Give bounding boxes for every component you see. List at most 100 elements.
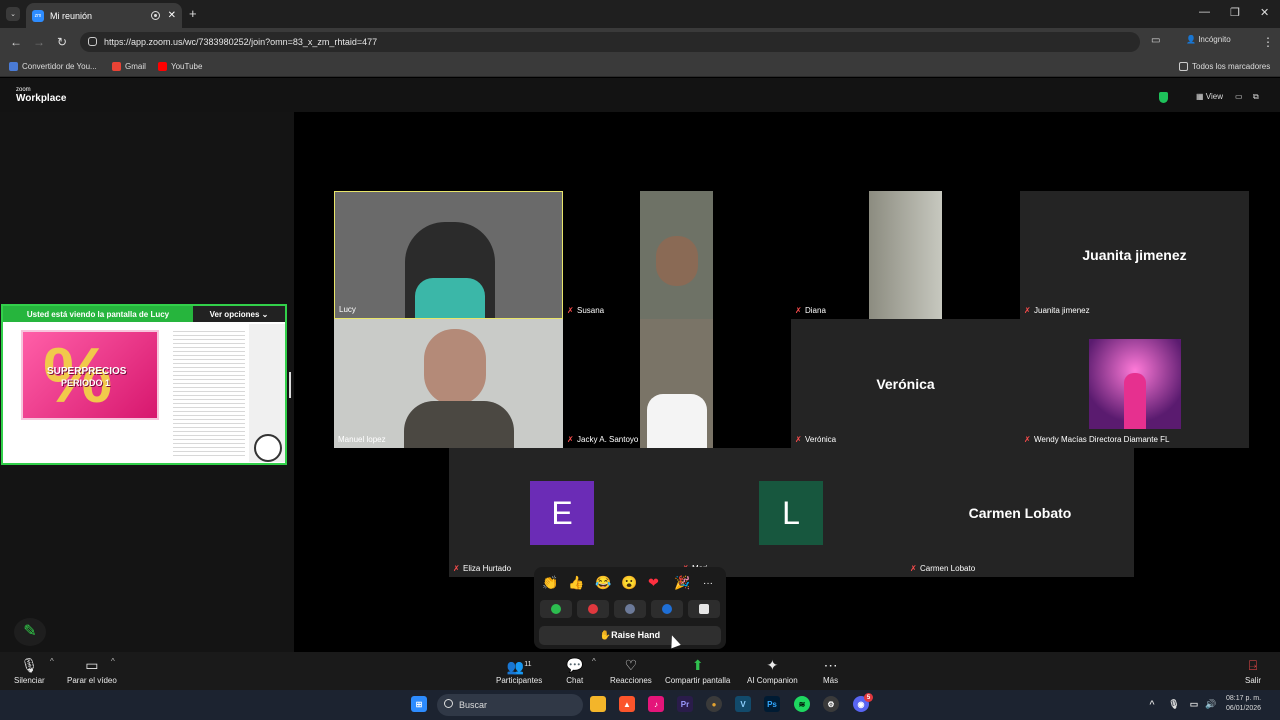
participant-name: Lucy xyxy=(339,305,356,314)
share-screen-button[interactable]: ⬆ Compartir pantalla xyxy=(665,656,730,685)
chat-options-caret-icon[interactable]: ^ xyxy=(592,657,596,666)
stop-video-button[interactable]: ▭ Parar el vídeo xyxy=(67,656,117,685)
video-tile-lucy[interactable]: Lucy xyxy=(334,191,563,319)
video-options-caret-icon[interactable]: ^ xyxy=(111,657,115,666)
share-screen-icon: ⬆ xyxy=(691,657,704,673)
steam-icon[interactable]: ⚙ xyxy=(823,696,839,712)
annotate-pencil-icon[interactable]: ✎ xyxy=(14,618,46,646)
gallery-icon[interactable]: ▭ xyxy=(1235,92,1243,101)
view-options-button[interactable]: Ver opciones ⌄ xyxy=(193,306,285,322)
search-icon xyxy=(444,699,453,708)
bookmark-label: Gmail xyxy=(125,62,146,71)
new-tab-button[interactable]: + xyxy=(189,6,197,21)
url-bar[interactable]: https://app.zoom.us/wc/7383980252/join?o… xyxy=(80,32,1140,52)
video-tile-manuel[interactable]: Manuel lopez xyxy=(334,319,563,448)
video-tile-wendy[interactable]: ✗ Wendy Macías Directora Diamante FL xyxy=(1020,319,1249,448)
muted-mic-icon: ✗ xyxy=(1024,435,1031,444)
yes-button[interactable] xyxy=(540,600,572,618)
bookmark-gmail[interactable]: Gmail xyxy=(112,62,146,71)
reload-icon[interactable]: ↻ xyxy=(57,35,67,49)
video-tile-mari[interactable]: L ✗Mari xyxy=(678,448,906,577)
participants-button[interactable]: 👥11 Participantes xyxy=(496,656,542,685)
muted-mic-icon: ✗ xyxy=(795,435,802,444)
bookmark-youtube[interactable]: YouTube xyxy=(158,62,202,71)
shared-screen-view[interactable]: Usted está viendo la pantalla de Lucy Ve… xyxy=(1,304,287,465)
menu-icon[interactable]: ⋮ xyxy=(1262,35,1274,49)
incognito-label: Incógnito xyxy=(1198,35,1231,44)
resize-handle[interactable] xyxy=(289,372,291,398)
start-icon[interactable]: ⊞ xyxy=(411,696,427,712)
share-banner-text: Usted está viendo la pantalla de Lucy xyxy=(26,309,170,319)
tab-search-icon[interactable]: ⌄ xyxy=(6,7,20,21)
photoshop-icon[interactable]: Ps xyxy=(764,696,780,712)
participant-name: Diana xyxy=(805,306,826,315)
video-tile-susana[interactable]: ✗ Susana xyxy=(563,191,791,319)
surprised-reaction[interactable]: 😮 xyxy=(621,575,637,591)
close-window-icon[interactable]: ✕ xyxy=(1260,6,1269,19)
reading-mode-icon[interactable]: ▭ xyxy=(1151,35,1160,46)
ai-companion-button[interactable]: ✦ AI Companion xyxy=(747,656,798,685)
leave-button[interactable]: ⍈ Salir xyxy=(1245,656,1261,685)
capcut-icon[interactable]: ♪ xyxy=(648,696,664,712)
tray-expand-icon[interactable]: ^ xyxy=(1144,696,1160,712)
mute-button[interactable]: 🎙 Silenciar xyxy=(14,656,45,685)
taskbar-clock[interactable]: 08:17 p. m. 06/01/2026 xyxy=(1226,694,1261,714)
speed-up-button[interactable] xyxy=(651,600,683,618)
promo-subtitle: PERIODO 1 xyxy=(61,378,111,388)
vegas-icon[interactable]: V xyxy=(735,696,751,712)
all-bookmarks[interactable]: Todos los marcadores xyxy=(1179,62,1270,71)
tray-mic-icon[interactable]: 🎙 xyxy=(1166,696,1182,712)
audio-options-caret-icon[interactable]: ^ xyxy=(50,657,54,666)
no-button[interactable] xyxy=(577,600,609,618)
video-tile-eliza[interactable]: E ✗ Eliza Hurtado xyxy=(449,448,678,577)
back-icon[interactable]: ← xyxy=(10,35,22,49)
participant-display-name: Juanita jimenez xyxy=(1082,247,1187,263)
thumbs-up-reaction[interactable]: 👍 xyxy=(568,575,584,591)
laugh-reaction[interactable]: 😂 xyxy=(595,575,611,591)
premiere-icon[interactable]: Pr xyxy=(677,696,693,712)
video-tile-carmen[interactable]: Carmen Lobato ✗ Carmen Lobato xyxy=(906,448,1134,577)
recording-icon xyxy=(150,11,160,20)
promo-title: SUPERPRECIOS xyxy=(47,366,127,377)
participant-name: Susana xyxy=(577,306,605,315)
security-shield-icon[interactable] xyxy=(1159,92,1168,103)
chrome-icon[interactable]: ● xyxy=(706,696,722,712)
site-info-icon[interactable] xyxy=(88,37,97,46)
chat-button[interactable]: 💬 Chat xyxy=(566,656,583,685)
raise-hand-button[interactable]: ✋Raise Hand xyxy=(539,626,721,645)
spotify-icon[interactable]: ≋ xyxy=(794,696,810,712)
browser-tab[interactable]: zm Mi reunión ✕ xyxy=(26,3,182,28)
fullscreen-icon[interactable]: ⧉ xyxy=(1253,92,1259,102)
volume-icon[interactable]: 🔊 xyxy=(1203,696,1219,712)
zoom-logo: zoom Workplace xyxy=(16,87,66,104)
file-explorer-icon[interactable] xyxy=(590,696,606,712)
more-button[interactable]: ⋯ Más xyxy=(823,656,838,685)
incognito-indicator[interactable]: 👤 Incógnito xyxy=(1186,35,1231,44)
participant-name: Juanita jimenez xyxy=(1034,306,1090,315)
participant-count: 11 xyxy=(524,661,532,668)
network-icon[interactable]: ▭ xyxy=(1186,696,1202,712)
video-tile-jacky[interactable]: ✗ Jacky A. Santoyo xyxy=(563,319,791,448)
bookmarks-bar: Convertidor de You... Gmail YouTube Todo… xyxy=(0,57,1280,77)
minimize-icon[interactable]: — xyxy=(1199,6,1210,18)
video-tile-juanita[interactable]: Juanita jimenez ✗ Juanita jimenez xyxy=(1020,191,1249,319)
heart-reaction[interactable]: ❤ xyxy=(648,575,659,591)
more-reactions-button[interactable]: ··· xyxy=(703,578,713,589)
close-tab-icon[interactable]: ✕ xyxy=(168,10,176,21)
reactions-button[interactable]: ♡ Reacciones xyxy=(610,656,652,685)
tab-title: Mi reunión xyxy=(50,10,93,21)
coffee-button[interactable] xyxy=(688,600,720,618)
taskbar-search[interactable]: Buscar xyxy=(437,694,583,716)
video-tile-diana[interactable]: ✗ Diana xyxy=(791,191,1020,319)
brave-icon[interactable]: ▲ xyxy=(619,696,635,712)
bookmark-converter[interactable]: Convertidor de You... xyxy=(9,62,97,71)
slow-down-button[interactable] xyxy=(614,600,646,618)
tada-reaction[interactable]: 🎉 xyxy=(674,575,690,591)
video-tile-veronica[interactable]: Verónica ✗ Verónica xyxy=(791,319,1020,448)
participant-name: Wendy Macías Directora Diamante FL xyxy=(1034,435,1170,444)
forward-icon[interactable]: → xyxy=(33,35,45,49)
clap-reaction[interactable]: 👏 xyxy=(542,575,558,591)
windows-taskbar xyxy=(0,690,1280,720)
view-button[interactable]: ▦ View xyxy=(1196,92,1223,101)
maximize-icon[interactable]: ❐ xyxy=(1230,6,1240,19)
